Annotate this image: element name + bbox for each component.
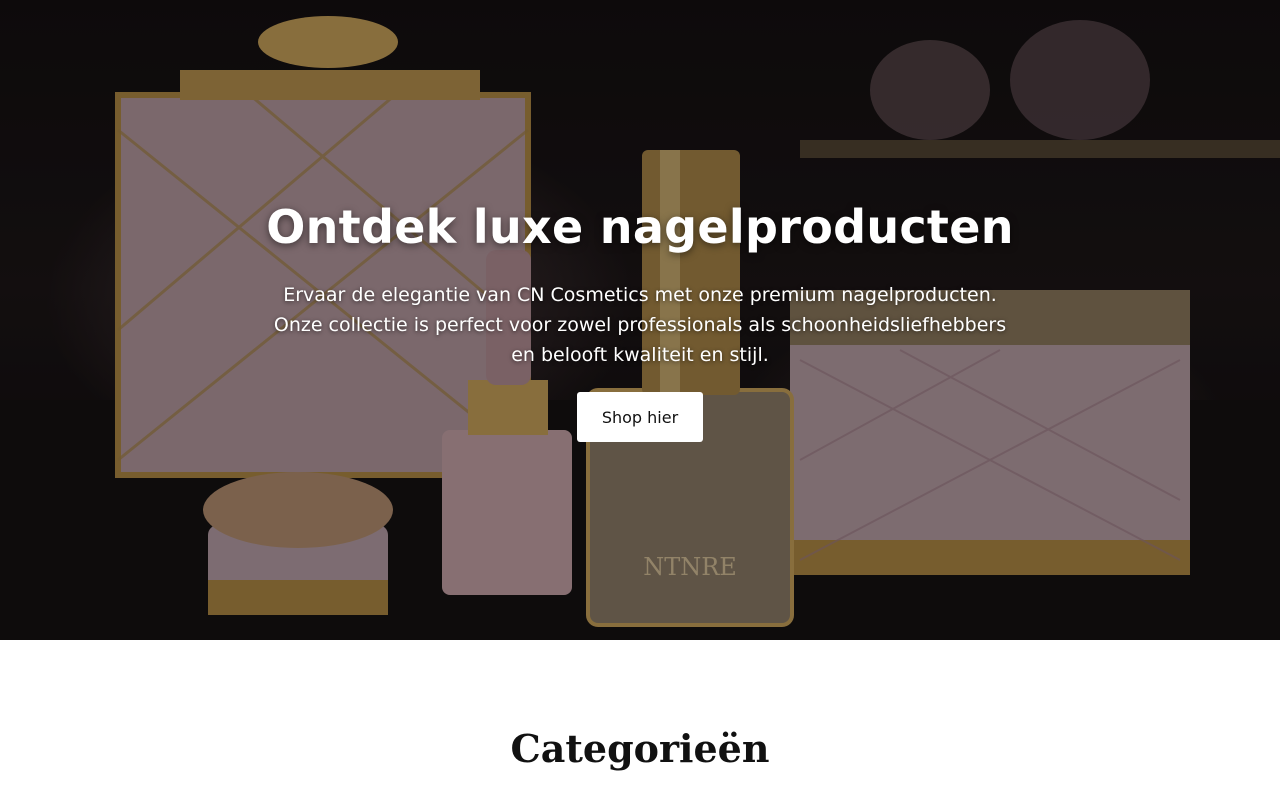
hero-content: Ontdek luxe nagelproducten Ervaar de ele… <box>0 0 1280 640</box>
hero-title: Ontdek luxe nagelproducten <box>266 200 1014 254</box>
hero-description: Ervaar de elegantie van CN Cosmetics met… <box>230 280 1050 370</box>
shop-now-button[interactable]: Shop hier <box>577 392 703 442</box>
categories-heading: Categorieën <box>510 726 770 771</box>
hero-section: NTNRE Ontdek luxe nagelproducten Ervaar … <box>0 0 1280 640</box>
hero-description-line: Onze collectie is perfect voor zowel pro… <box>273 314 1007 336</box>
hero-description-line: en belooft kwaliteit en stijl. <box>511 344 769 366</box>
hero-description-line: Ervaar de elegantie van CN Cosmetics met… <box>283 284 997 306</box>
categories-section: Categorieën <box>0 640 1280 800</box>
